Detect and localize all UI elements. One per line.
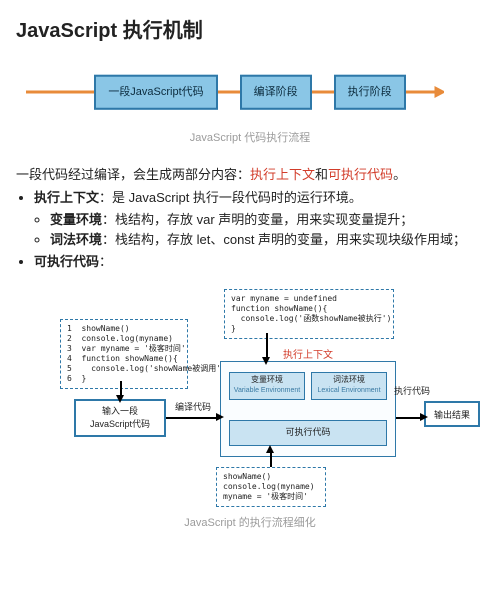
execution-context-box: 执行上下文 变量环境Variable Environment 词法环境Lexic…: [220, 361, 396, 457]
bullet-ctx: 执行上下文：是 JavaScript 执行一段代码时的运行环境。 变量环境：栈结…: [34, 188, 484, 250]
code-snippet-top: var myname = undefined function showName…: [224, 289, 394, 339]
ctx-title: 执行上下文: [221, 348, 395, 363]
arrow-down-icon: [116, 395, 124, 403]
lexical-environment-box: 词法环境Lexical Environment: [311, 372, 387, 400]
page-title: JavaScript 执行机制: [16, 16, 484, 46]
connector: [166, 417, 220, 419]
stage-code: 一段JavaScript代码: [94, 75, 217, 110]
diagram-caption: JavaScript 的执行流程细化: [16, 515, 484, 532]
arrow-down-icon: [262, 357, 270, 365]
executable-code-box: 可执行代码: [229, 420, 387, 446]
stage-execute: 执行阶段: [334, 75, 406, 110]
execution-detail-diagram: var myname = undefined function showName…: [16, 289, 484, 509]
bullet-var-env: 变量环境：栈结构，存放 var 声明的变量，用来实现变量提升；: [50, 210, 484, 230]
arrow-up-icon: [266, 445, 274, 453]
code-snippet-left: 1 showName() 2 console.log(myname) 3 var…: [60, 319, 188, 389]
input-box: 输入一段 JavaScript代码: [74, 399, 166, 437]
execute-label: 执行代码: [392, 385, 432, 399]
output-box: 输出结果: [424, 401, 480, 427]
lead-paragraph: 一段代码经过编译，会生成两部分内容：执行上下文和可执行代码。: [16, 165, 484, 185]
flow-caption: JavaScript 代码执行流程: [16, 130, 484, 147]
flow-stages-diagram: 一段JavaScript代码 编译阶段 执行阶段: [16, 62, 484, 122]
bullet-lex-env: 词法环境：栈结构，存放 let、const 声明的变量，用来实现块级作用域；: [50, 230, 484, 250]
code-snippet-bottom: showName() console.log(myname) myname = …: [216, 467, 326, 507]
variable-environment-box: 变量环境Variable Environment: [229, 372, 305, 400]
bullet-exe: 可执行代码：: [34, 252, 484, 272]
compile-label: 编译代码: [166, 401, 220, 415]
arrow-right-icon: [420, 413, 428, 421]
body-text: 一段代码经过编译，会生成两部分内容：执行上下文和可执行代码。 执行上下文：是 J…: [16, 165, 484, 272]
stage-compile: 编译阶段: [240, 75, 312, 110]
